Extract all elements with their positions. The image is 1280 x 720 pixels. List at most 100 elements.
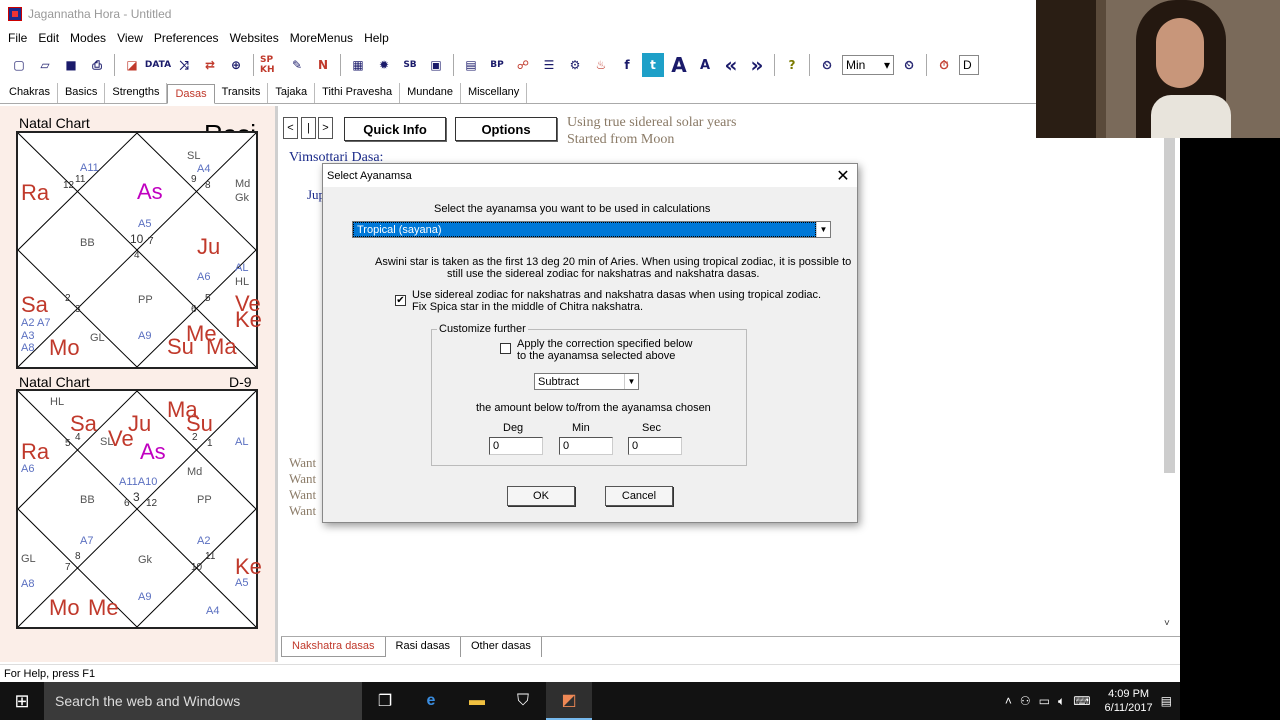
next-button[interactable]: >	[318, 117, 333, 139]
chevron-up-icon[interactable]: ˄	[1005, 694, 1012, 708]
cancel-button[interactable]: Cancel	[605, 486, 673, 506]
windows-taskbar: ⊞ Search the web and Windows ❐ e ▬ ⛉ ◩ ˄…	[0, 682, 1180, 720]
tab-strengths[interactable]: Strengths	[105, 83, 168, 103]
notifications-icon[interactable]: ▤	[1161, 694, 1172, 708]
house-10: 10	[130, 232, 144, 246]
sidereal-nakshatra-checkbox[interactable]: ✔	[395, 295, 406, 306]
network-icon[interactable]: ▭	[1039, 694, 1050, 708]
taskbar-search[interactable]: Search the web and Windows	[44, 682, 362, 720]
tab-tajaka[interactable]: Tajaka	[268, 83, 316, 103]
want-line[interactable]: Want	[289, 471, 316, 487]
font-large-icon[interactable]: A	[668, 53, 690, 77]
task-view-icon[interactable]: ❐	[362, 682, 408, 720]
extra-select[interactable]: D	[959, 55, 979, 75]
taskbar-clock[interactable]: 4:09 PM 6/11/2017	[1105, 687, 1153, 715]
label-hl: HL	[235, 276, 250, 288]
open-icon[interactable]: ▱	[34, 53, 56, 77]
tab-miscellany[interactable]: Miscellany	[461, 83, 528, 103]
ok-button[interactable]: OK	[507, 486, 575, 506]
chevron-down-icon[interactable]: ▼	[816, 222, 830, 237]
data-icon[interactable]: DATA	[145, 53, 171, 77]
bp-icon[interactable]: BP	[486, 53, 508, 77]
frame-icon[interactable]: ▣	[425, 53, 447, 77]
house-5: 5	[205, 293, 211, 304]
deg-input[interactable]: 0	[489, 437, 543, 455]
volume-icon[interactable]: 🔈︎	[1058, 694, 1065, 709]
n-icon[interactable]: N	[312, 53, 334, 77]
print-icon[interactable]: ⎙	[86, 53, 108, 77]
operation-select[interactable]: Subtract ▼	[534, 373, 639, 390]
menu-help[interactable]: Help	[360, 31, 393, 45]
menu-modes[interactable]: Modes	[66, 31, 110, 45]
menu-preferences[interactable]: Preferences	[150, 31, 223, 45]
sec-input[interactable]: 0	[628, 437, 682, 455]
gear-icon[interactable]: ⚙	[564, 53, 586, 77]
menu-edit[interactable]: Edit	[34, 31, 63, 45]
pen-icon[interactable]: ✎	[286, 53, 308, 77]
file-explorer-icon[interactable]: ▬	[454, 682, 500, 720]
scroll-thumb[interactable]	[1164, 113, 1175, 473]
sun-icon[interactable]: ✹	[373, 53, 395, 77]
select-ayanamsa-dialog: Select Ayanamsa ✕ Select the ayanamsa yo…	[322, 163, 858, 523]
stopwatch-back-icon[interactable]: ⏲	[816, 53, 838, 77]
wheel-icon[interactable]: ⊕	[225, 53, 247, 77]
facebook-icon[interactable]: f	[616, 53, 638, 77]
keyboard-icon[interactable]: ⌨	[1073, 694, 1090, 708]
sb-icon[interactable]: SB	[399, 53, 421, 77]
pipe-button[interactable]: |	[301, 117, 316, 139]
unit-select[interactable]: Min ▾	[842, 55, 894, 75]
navamsa-chart[interactable]: HL Ra A6 Sa Ve SL Ju As Ma Su AL 5 4 2 1…	[16, 389, 262, 629]
quick-info-button[interactable]: Quick Info	[344, 117, 446, 141]
forward-icon[interactable]: »	[746, 53, 768, 77]
new-icon[interactable]: ▢	[8, 53, 30, 77]
save-icon[interactable]: ■	[60, 53, 82, 77]
people-icon[interactable]: ☍	[512, 53, 534, 77]
scroll-down-icon[interactable]: ˅	[1164, 618, 1170, 629]
tab-rasi-dasas[interactable]: Rasi dasas	[386, 637, 461, 657]
menu-view[interactable]: View	[113, 31, 147, 45]
font-small-icon[interactable]: A	[694, 53, 716, 77]
tab-mundane[interactable]: Mundane	[400, 83, 461, 103]
twitter-icon[interactable]: t	[642, 53, 664, 77]
min-input[interactable]: 0	[559, 437, 613, 455]
tab-transits[interactable]: Transits	[215, 83, 269, 103]
prev-button[interactable]: <	[283, 117, 298, 139]
want-line[interactable]: Want	[289, 487, 316, 503]
apply-correction-checkbox[interactable]	[500, 343, 511, 354]
swap-icon[interactable]: ⇄	[199, 53, 221, 77]
windows-start-icon[interactable]: ⊞	[0, 682, 44, 720]
want-line[interactable]: Want	[289, 455, 316, 471]
jhora-taskbar-icon[interactable]: ◩	[546, 682, 592, 720]
options-button[interactable]: Options	[455, 117, 557, 141]
want-line[interactable]: Want	[289, 503, 316, 519]
menu-moremenus[interactable]: MoreMenus	[286, 31, 357, 45]
help-icon[interactable]: ?	[781, 53, 803, 77]
tab-basics[interactable]: Basics	[58, 83, 106, 103]
label-a8: A8	[21, 342, 35, 354]
table-icon[interactable]: ▤	[460, 53, 482, 77]
menu-file[interactable]: File	[4, 31, 31, 45]
fire-icon[interactable]: ♨	[590, 53, 612, 77]
tab-nakshatra-dasas[interactable]: Nakshatra dasas	[281, 637, 386, 657]
tab-tithi-pravesha[interactable]: Tithi Pravesha	[315, 83, 401, 103]
chart-icon[interactable]: ◪	[121, 53, 143, 77]
clock-icon[interactable]: ⏱	[933, 53, 955, 77]
tab-dasas[interactable]: Dasas	[167, 84, 215, 104]
menu-websites[interactable]: Websites	[226, 31, 283, 45]
grid-icon[interactable]: ▦	[347, 53, 369, 77]
back-icon[interactable]: «	[720, 53, 742, 77]
tab-chakras[interactable]: Chakras	[2, 83, 58, 103]
ayanamsa-select[interactable]: Tropical (sayana) ▼	[352, 221, 831, 238]
sp-kh-icon[interactable]: SP KH	[260, 53, 282, 77]
transit-icon[interactable]: ⤨	[173, 53, 195, 77]
store-icon[interactable]: ⛉	[500, 682, 546, 720]
close-icon[interactable]: ✕	[835, 166, 851, 186]
book-icon[interactable]: ☰	[538, 53, 560, 77]
rasi-chart[interactable]: Ra A11 12 11 As SL A4 9 8 Md Gk A5 BB 10…	[16, 131, 262, 369]
chevron-down-icon[interactable]: ▼	[624, 374, 638, 389]
stopwatch-forward-icon[interactable]: ⏲	[898, 53, 920, 77]
tab-other-dasas[interactable]: Other dasas	[461, 637, 542, 657]
toolbar-separator	[340, 54, 341, 76]
edge-icon[interactable]: e	[408, 682, 454, 720]
people-icon[interactable]: ⚇	[1020, 694, 1031, 708]
